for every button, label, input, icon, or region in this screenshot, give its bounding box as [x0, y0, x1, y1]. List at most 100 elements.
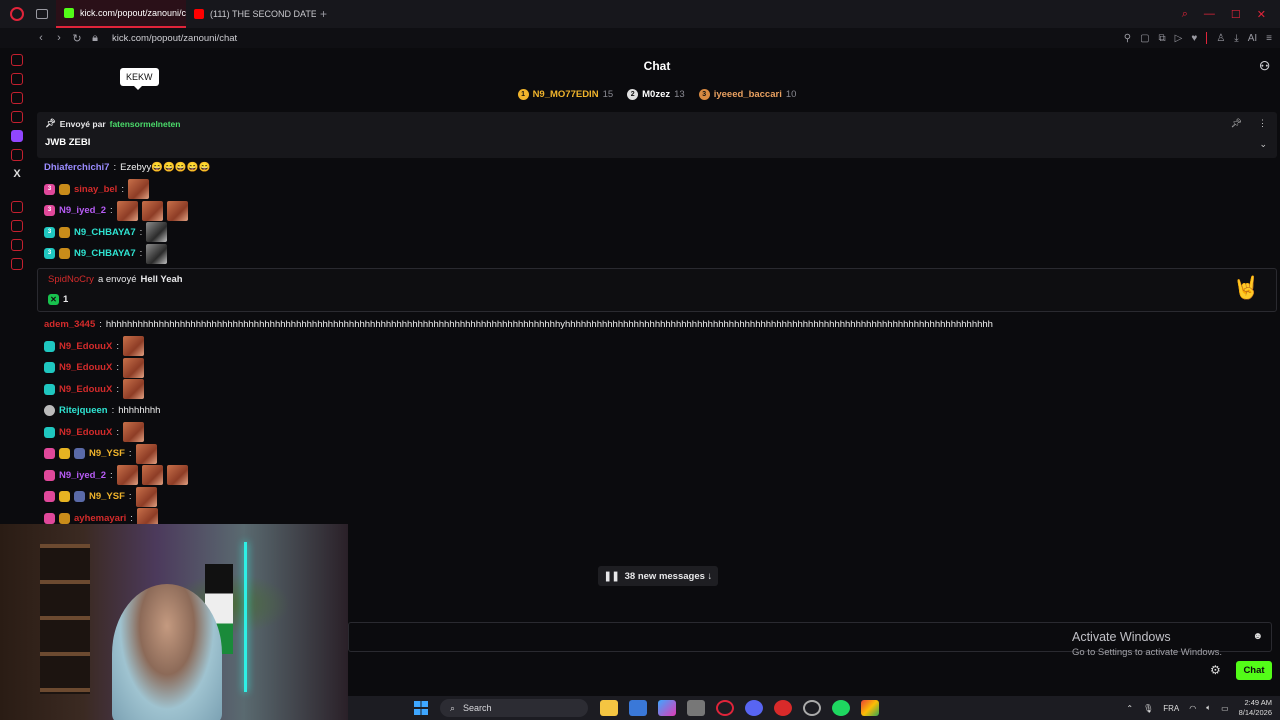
ai-button[interactable]: AI: [1248, 33, 1257, 44]
taskbar-clock[interactable]: 2:49 AM 8/14/2026: [1239, 698, 1272, 718]
username[interactable]: N9_EdouuX: [59, 362, 112, 373]
app-red-icon[interactable]: [774, 700, 792, 716]
username[interactable]: adem_3445: [44, 319, 95, 330]
profile-icon[interactable]: ♙: [1216, 33, 1225, 44]
message-text: Ezebyy😄😄😄😄😄: [120, 162, 211, 174]
username[interactable]: N9_EdouuX: [59, 384, 112, 395]
tab-menu-icon[interactable]: [36, 9, 48, 19]
calculator-icon[interactable]: [687, 700, 705, 716]
sidebar-messenger-icon[interactable]: [11, 92, 23, 104]
leaderboard-item[interactable]: 3 iyeeed_baccari 10: [698, 88, 796, 100]
sidebar-history-icon[interactable]: [11, 220, 23, 232]
username[interactable]: N9_CHBAYA7: [74, 248, 136, 259]
chat-settings-icon[interactable]: ⚙: [1210, 663, 1221, 677]
tab-kick-chat[interactable]: kick.com/popout/zanouni/c: [56, 0, 186, 28]
opera-logo-icon[interactable]: [10, 7, 24, 21]
app-circle-icon[interactable]: [803, 700, 821, 716]
username[interactable]: N9_iyed_2: [59, 470, 106, 481]
chat-message[interactable]: N9_EdouuX:: [44, 357, 1274, 379]
opera-icon[interactable]: [716, 700, 734, 716]
send-chat-button[interactable]: Chat: [1236, 661, 1272, 680]
microphone-icon[interactable]: 🎙︎: [1143, 704, 1153, 713]
pinned-author[interactable]: fatensormelneten: [110, 119, 181, 129]
store-icon[interactable]: [629, 700, 647, 716]
sidebar-x-icon[interactable]: X: [11, 168, 23, 180]
sidebar-player-icon[interactable]: [11, 201, 23, 213]
chat-message[interactable]: 3 N9_CHBAYA7:: [44, 222, 1274, 244]
sidebar-settings-icon[interactable]: [11, 258, 23, 270]
chat-message[interactable]: adem_3445: hhhhhhhhhhhhhhhhhhhhhhhhhhhhh…: [44, 314, 1274, 336]
gifter-badge-icon: [74, 448, 85, 460]
volume-icon[interactable]: 🔈︎: [1206, 703, 1211, 713]
new-tab-button[interactable]: +: [320, 7, 327, 21]
chat-message[interactable]: N9_EdouuX:: [44, 379, 1274, 401]
chat-message[interactable]: 3 sinay_bel:: [44, 179, 1274, 201]
og-badge-icon: [44, 405, 55, 417]
username[interactable]: N9_CHBAYA7: [74, 227, 136, 238]
heart-icon[interactable]: ♥: [1191, 33, 1197, 44]
search-icon: ⌕: [450, 702, 456, 713]
username[interactable]: N9_YSF: [89, 491, 125, 502]
username[interactable]: N9_YSF: [89, 448, 125, 459]
username[interactable]: N9_iyed_2: [59, 205, 106, 216]
chat-message[interactable]: N9_EdouuX:: [44, 336, 1274, 358]
username[interactable]: N9_EdouuX: [59, 427, 112, 438]
search-tabs-icon[interactable]: ⌕: [1182, 8, 1188, 21]
username[interactable]: sinay_bel: [74, 184, 117, 195]
chat-message[interactable]: N9_YSF:: [44, 443, 1274, 465]
windows-start-icon[interactable]: [414, 701, 428, 715]
sidebar-aria-icon[interactable]: [11, 54, 23, 66]
user-settings-icon[interactable]: ⚇: [1259, 59, 1270, 73]
chrome-icon[interactable]: [861, 700, 879, 716]
username[interactable]: ayhemayari: [74, 513, 126, 524]
sidebar-twitch-icon[interactable]: [11, 130, 23, 142]
url-text[interactable]: kick.com/popout/zanouni/chat: [112, 33, 237, 44]
chat-message[interactable]: Ritejqueen: hhhhhhhh: [44, 400, 1274, 422]
leaderboard-item[interactable]: 1 N9_MO77EDIN 15: [517, 88, 613, 100]
copilot-icon[interactable]: [658, 700, 676, 716]
discord-icon[interactable]: [745, 700, 763, 716]
close-button[interactable]: ✕: [1257, 8, 1266, 21]
wifi-icon[interactable]: ◠: [1189, 704, 1196, 713]
sidebar-flow-icon[interactable]: [11, 239, 23, 251]
chat-message[interactable]: N9_YSF:: [44, 486, 1274, 508]
emoji-icon[interactable]: ☻: [1252, 631, 1263, 642]
play-icon[interactable]: ▷: [1175, 33, 1183, 44]
menu-icon[interactable]: ≡: [1266, 33, 1272, 44]
reload-button[interactable]: ↻: [68, 32, 86, 45]
maximize-button[interactable]: ☐: [1231, 8, 1241, 21]
language-indicator[interactable]: FRA: [1163, 704, 1179, 713]
chat-message[interactable]: Dhiaferchichi7: Ezebyy😄😄😄😄😄: [44, 157, 1274, 179]
chat-message[interactable]: N9_EdouuX:: [44, 422, 1274, 444]
username[interactable]: Dhiaferchichi7: [44, 162, 109, 173]
gifter-name[interactable]: SpidNoCry: [48, 274, 94, 285]
forward-button[interactable]: ›: [50, 32, 68, 44]
extension-icon[interactable]: ⧉: [1159, 33, 1166, 44]
more-options-icon[interactable]: ⋮: [1258, 118, 1267, 129]
username[interactable]: N9_EdouuX: [59, 341, 112, 352]
download-icon[interactable]: ⤓: [1234, 33, 1238, 44]
emote-image: [146, 222, 168, 243]
chat-message[interactable]: N9_iyed_2:: [44, 465, 1274, 487]
new-messages-button[interactable]: ❚❚ 38 new messages ↓: [598, 566, 718, 586]
file-explorer-icon[interactable]: [600, 700, 618, 716]
tab-label: (111) THE SECOND DATE (M: [210, 9, 316, 19]
spotify-icon[interactable]: [832, 700, 850, 716]
sidebar-shopping-icon[interactable]: [11, 73, 23, 85]
sidebar-media-icon[interactable]: [11, 111, 23, 123]
battery-icon[interactable]: ▭: [1221, 704, 1229, 713]
chat-message[interactable]: 3 N9_iyed_2:: [44, 200, 1274, 222]
chevron-down-icon[interactable]: ⌄: [1259, 139, 1267, 150]
back-button[interactable]: ‹: [32, 32, 50, 44]
leaderboard-item[interactable]: 2 M0zez 13: [627, 88, 685, 100]
unpin-icon[interactable]: 📌︎: [1231, 118, 1242, 129]
pin-icon[interactable]: ⚲: [1124, 33, 1131, 44]
taskbar-search[interactable]: ⌕ Search: [440, 699, 588, 717]
tab-youtube[interactable]: (111) THE SECOND DATE (M: [186, 0, 316, 28]
username[interactable]: Ritejqueen: [59, 405, 108, 416]
tray-expand-icon[interactable]: ⌃: [1126, 704, 1133, 713]
minimize-button[interactable]: —: [1204, 8, 1215, 21]
sidebar-percent-icon[interactable]: [11, 149, 23, 161]
snapshot-icon[interactable]: ▢: [1140, 33, 1149, 44]
chat-message[interactable]: 3 N9_CHBAYA7:: [44, 243, 1274, 265]
